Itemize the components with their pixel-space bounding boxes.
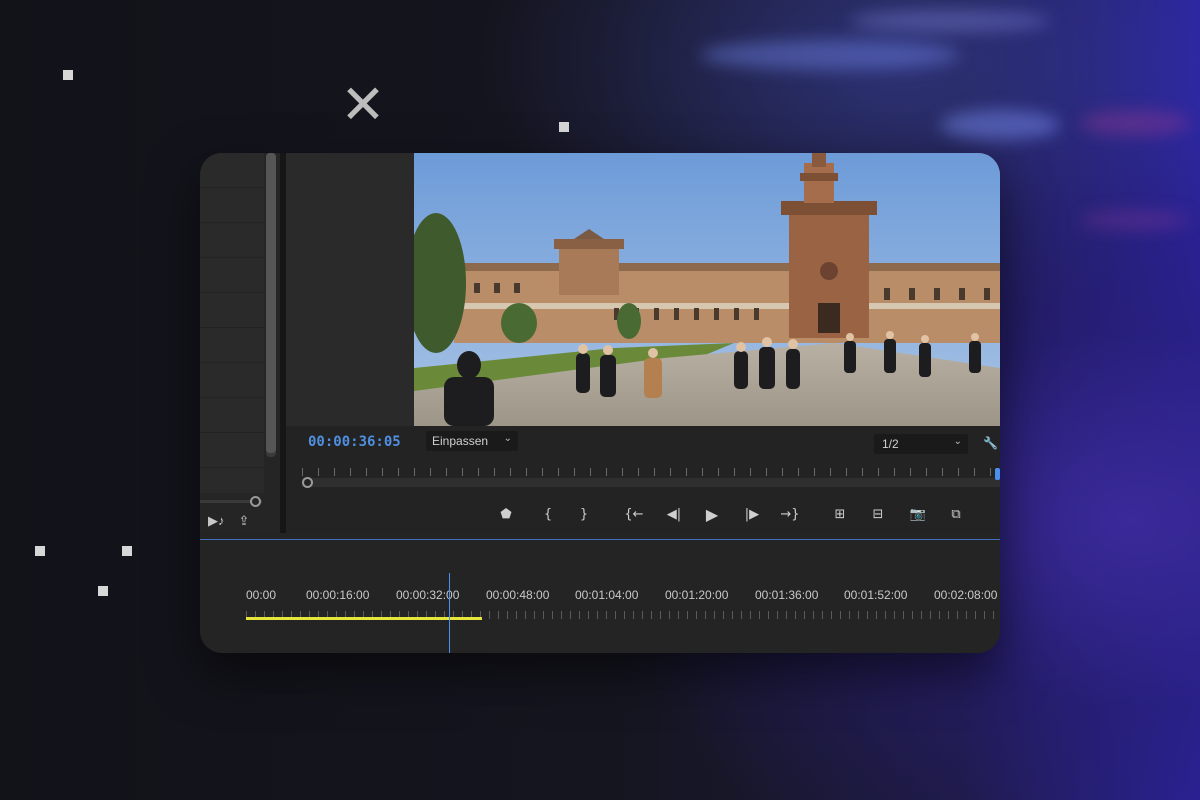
timeline-label: 00:01:36:00 xyxy=(755,588,819,602)
zoom-scrollbar[interactable] xyxy=(302,478,1000,487)
timeline-label: 00:02:08:00 xyxy=(934,588,998,602)
fit-zoom-select[interactable]: Einpassen ⌄ xyxy=(426,431,518,451)
timeline-label: 00:00:16:00 xyxy=(306,588,370,602)
monitor-controls: 00:00:36:05 Einpassen ⌄ 1/2 ⌄ 🔧 ⬟ { } {←… xyxy=(286,426,1000,533)
overwrite-icon[interactable]: ⊟ xyxy=(866,504,890,526)
play-audio-icon[interactable]: ▶♪ xyxy=(208,513,225,529)
step-forward-icon[interactable]: |▶ xyxy=(740,504,764,526)
compare-icon[interactable]: ⧉ xyxy=(944,504,968,526)
timeline-label: 00:01:20:00 xyxy=(665,588,729,602)
zoom-scrollbar-handle-left[interactable] xyxy=(302,477,313,488)
zoom-slider-handle[interactable] xyxy=(250,496,261,507)
panel-focus-line xyxy=(200,539,1000,540)
mark-out-icon[interactable]: } xyxy=(572,504,596,526)
deco-square xyxy=(559,122,569,132)
program-monitor-video xyxy=(414,153,1000,426)
timeline-label: 00:01:52:00 xyxy=(844,588,908,602)
playhead-indicator[interactable] xyxy=(995,468,1000,480)
deco-square xyxy=(35,546,45,556)
timeline-label: 00:00 xyxy=(246,588,277,602)
monitor-time-ruler[interactable] xyxy=(302,464,1000,488)
transport-controls: ⬟ { } {← ◀| ▶ |▶ →} ⊞ ⊟ 📷 ⧉ xyxy=(286,504,1000,528)
insert-icon[interactable]: ⊞ xyxy=(828,504,852,526)
chevron-down-icon: ⌄ xyxy=(953,436,962,447)
playhead-timecode[interactable]: 00:00:36:05 xyxy=(308,434,401,450)
timeline-label: 00:01:04:00 xyxy=(575,588,639,602)
playback-resolution-select[interactable]: 1/2 ⌄ xyxy=(874,434,968,454)
go-to-out-icon[interactable]: →} xyxy=(778,504,802,526)
export-frame-icon[interactable]: 📷 xyxy=(906,504,930,526)
fit-zoom-value: Einpassen xyxy=(432,434,489,448)
premiere-window: ▶♪ ⇪ 00:00:36:05 Einpassen ⌄ 1/2 ⌄ 🔧 ⬟ {… xyxy=(200,153,1000,653)
timeline-panel: 00:00 00:00:16:00 00:00:32:00 00:00:48:0… xyxy=(200,533,1000,653)
step-back-icon[interactable]: ◀| xyxy=(662,504,686,526)
video-frame xyxy=(414,153,1000,426)
deco-square xyxy=(122,546,132,556)
close-icon: ✕ xyxy=(340,73,386,136)
export-icon[interactable]: ⇪ xyxy=(239,513,250,529)
mark-in-icon[interactable]: { xyxy=(536,504,560,526)
wrench-icon[interactable]: 🔧 xyxy=(983,436,998,450)
go-to-in-icon[interactable]: {← xyxy=(622,504,646,526)
ruler-ticks xyxy=(302,468,1000,476)
project-panel: ▶♪ ⇪ xyxy=(200,153,280,533)
work-area-bar[interactable] xyxy=(246,617,482,620)
deco-square xyxy=(98,586,108,596)
play-icon[interactable]: ▶ xyxy=(700,504,724,526)
marker-icon[interactable]: ⬟ xyxy=(494,504,518,526)
playback-resolution-value: 1/2 xyxy=(882,437,899,451)
timeline-label: 00:00:48:00 xyxy=(486,588,550,602)
deco-square xyxy=(63,70,73,80)
project-scroll-thumb[interactable] xyxy=(266,153,276,453)
chevron-down-icon: ⌄ xyxy=(503,433,512,444)
project-list xyxy=(200,153,264,493)
timeline-playhead[interactable] xyxy=(449,573,450,653)
